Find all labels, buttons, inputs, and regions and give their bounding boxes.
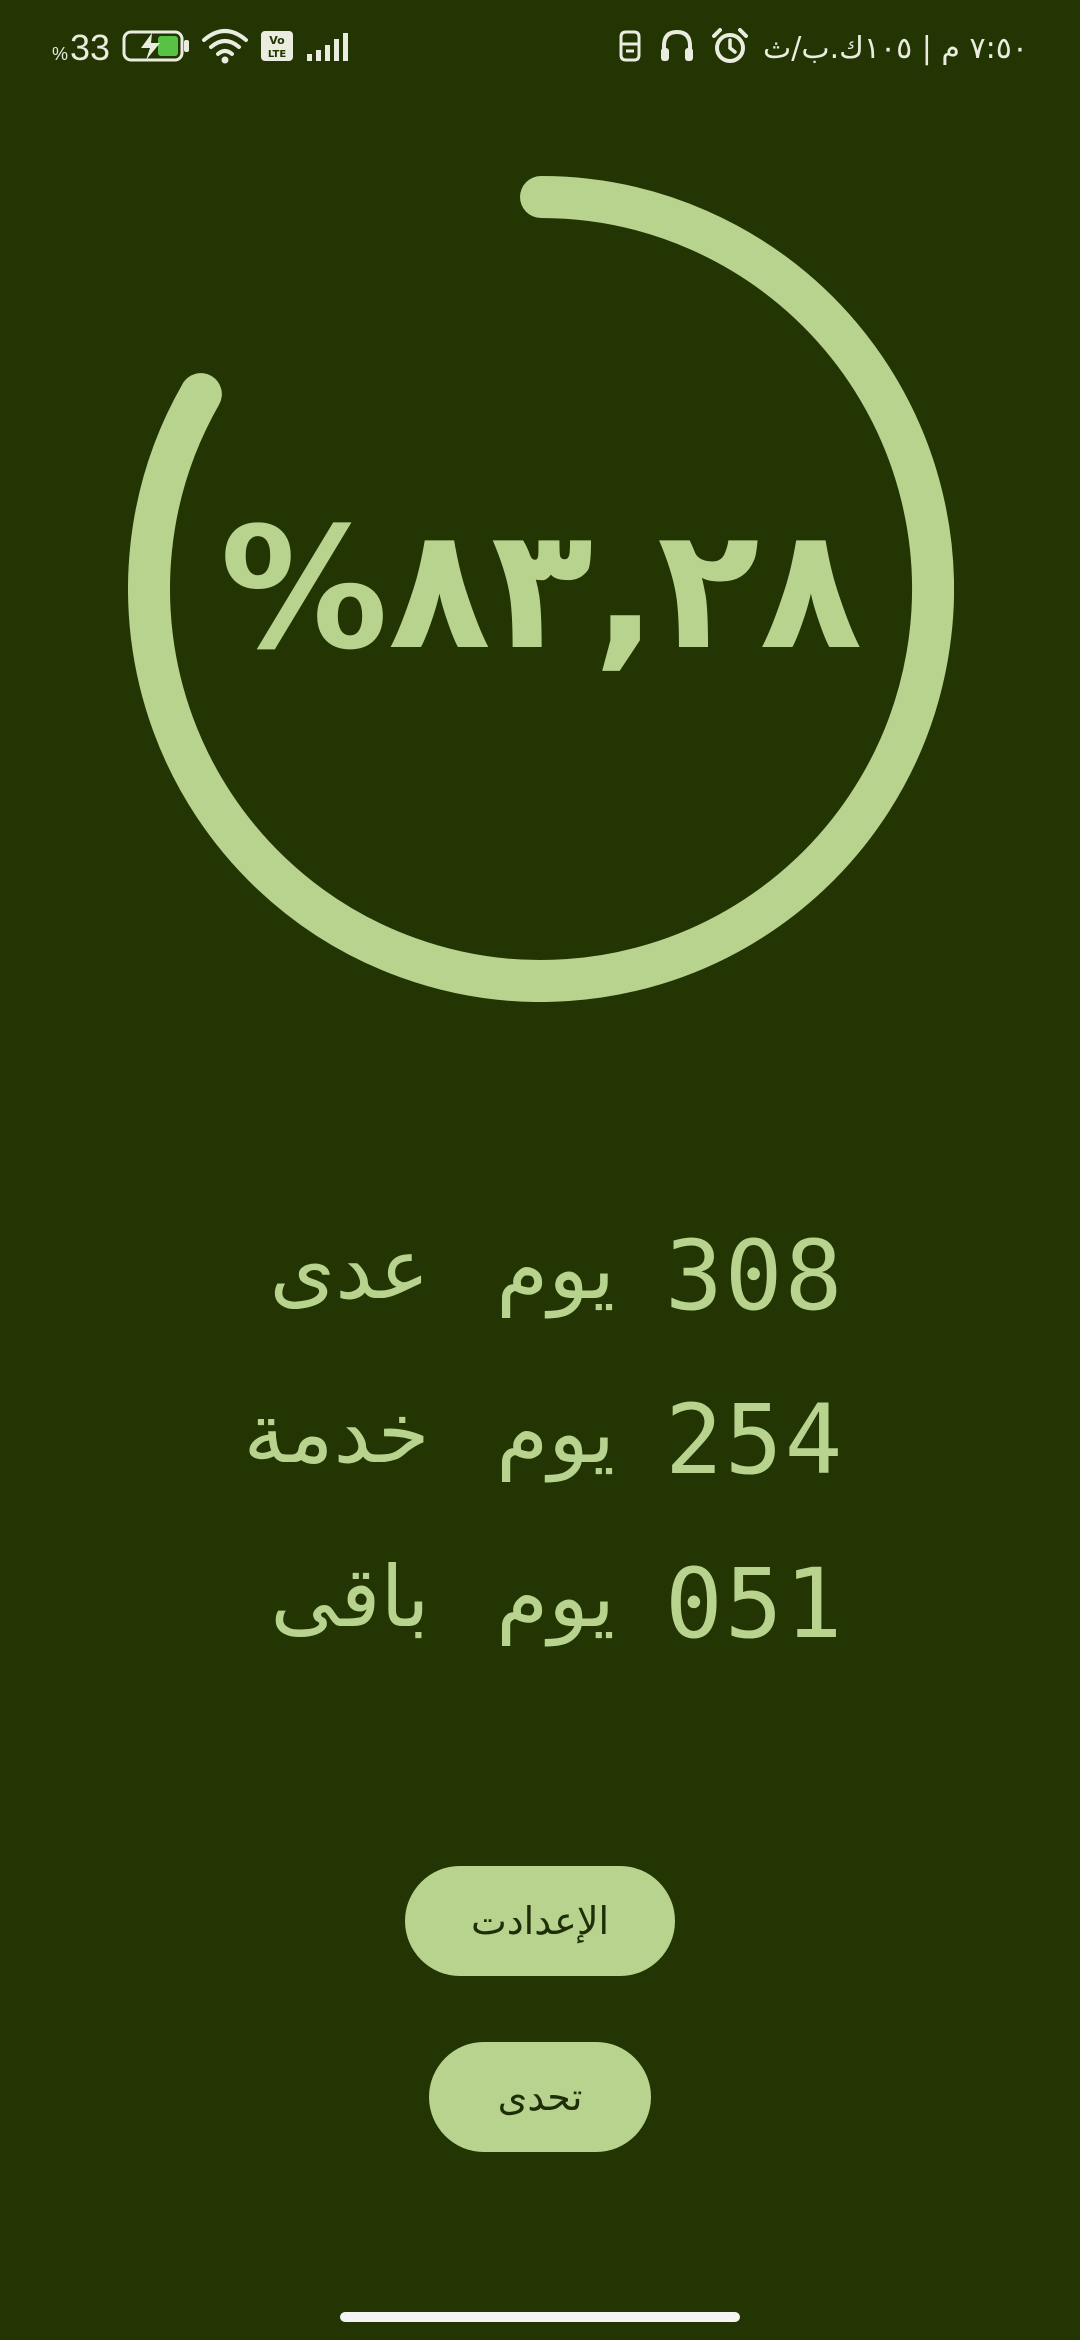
home-indicator[interactable] <box>340 2312 740 2322</box>
days-passed-label: يوم عدى <box>269 1220 615 1318</box>
progress-ring: ٨٣,٢٨% <box>128 176 954 1002</box>
status-bar: % 33 Vo LTE ٧:٥٠ م | ١٠٥ك.ب/ث <box>0 0 1080 96</box>
battery-percent: % 33 <box>52 27 110 69</box>
battery-charging-icon <box>122 29 190 67</box>
svg-text:LTE: LTE <box>268 49 287 60</box>
stat-row-service: 254 يوم خدمة <box>0 1374 1080 1538</box>
stats-list: 308 يوم عدى 254 يوم خدمة 051 يوم باقى <box>0 1210 1080 1702</box>
days-service-label: يوم خدمة <box>243 1384 615 1482</box>
progress-percent-label: ٨٣,٢٨% <box>219 491 863 687</box>
alarm-icon <box>711 27 749 69</box>
days-service-number: 254 <box>665 1384 845 1496</box>
stat-row-passed: 308 يوم عدى <box>0 1210 1080 1374</box>
status-left: % 33 Vo LTE <box>52 22 354 74</box>
challenge-button[interactable]: تحدى <box>429 2042 651 2152</box>
sim-icon <box>617 29 643 67</box>
status-right: ٧:٥٠ م | ١٠٥ك.ب/ث <box>601 22 1028 74</box>
stat-row-remaining: 051 يوم باقى <box>0 1538 1080 1702</box>
days-remaining-number: 051 <box>665 1548 845 1660</box>
volte-icon: Vo LTE <box>260 30 294 66</box>
svg-text:Vo: Vo <box>269 34 285 47</box>
headphones-icon <box>659 28 695 68</box>
status-clock: ٧:٥٠ م | ١٠٥ك.ب/ث <box>763 30 1028 66</box>
days-remaining-label: يوم باقى <box>270 1548 615 1646</box>
days-passed-number: 308 <box>665 1220 845 1332</box>
battery-percent-sign: % <box>52 44 69 64</box>
wifi-icon <box>202 28 249 68</box>
signal-icon <box>306 30 354 66</box>
settings-button[interactable]: الإعدادت <box>405 1866 675 1976</box>
battery-percent-value: 33 <box>70 27 111 68</box>
